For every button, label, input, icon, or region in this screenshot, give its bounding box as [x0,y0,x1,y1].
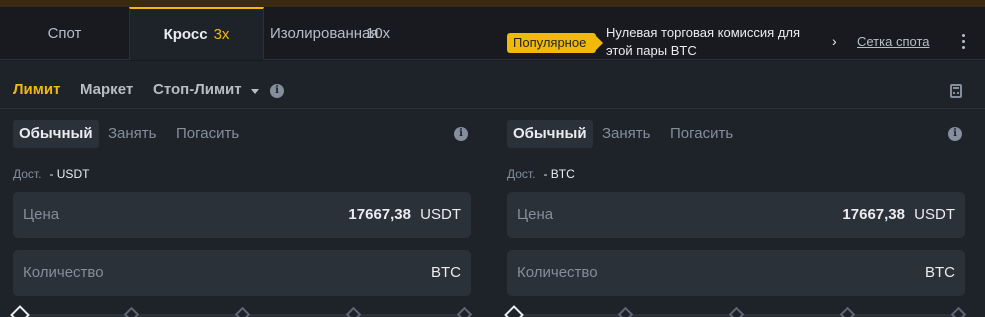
quantity-input[interactable]: Количество BTC [13,250,471,296]
info-icon[interactable]: i [454,127,468,141]
slider-diamond-icon[interactable] [234,306,251,317]
promo-text[interactable]: Нулевая торговая комиссия для этой пары … [606,24,826,60]
slider-diamond-icon[interactable] [456,306,473,317]
price-label: Цена [23,206,60,223]
mode-borrow[interactable]: Занять [602,120,651,148]
calculator-icon[interactable] [950,84,962,98]
slider-diamond-icon[interactable] [345,306,362,317]
available-value: - USDT [49,167,90,181]
slider-diamond-icon[interactable] [123,306,140,317]
sell-panel: Обычный Занять Погасить i Дост. - BTC Цен… [504,120,967,317]
quantity-label: Количество [517,264,598,281]
price-unit: USDT [914,206,955,223]
mode-normal[interactable]: Обычный [507,120,593,148]
order-type-bar: Лимит Маркет Стоп-Лимит i [0,61,985,109]
more-vertical-icon[interactable] [953,29,973,53]
slider-diamond-icon[interactable] [839,306,856,317]
buy-panel: Обычный Занять Погасить i Дост. - USDT Це… [10,120,473,317]
price-label: Цена [517,206,554,223]
tab-isolated-label: Изолированная [270,25,379,42]
order-type-limit[interactable]: Лимит [13,81,60,98]
quantity-unit: BTC [431,264,461,281]
slider-diamond-icon[interactable] [728,306,745,317]
available-label: Дост. [13,167,42,181]
tab-cross[interactable]: Кросс 3x [129,7,264,60]
top-accent-bar [0,0,985,7]
caret-down-icon[interactable] [251,89,259,94]
price-value[interactable]: 17667,38 [842,206,905,223]
popular-badge: Популярное [507,33,604,53]
tab-cross-label: Кросс [163,26,208,43]
slider-diamond-icon[interactable] [10,305,30,317]
order-type-market[interactable]: Маркет [80,81,133,98]
mode-repay[interactable]: Погасить [176,120,239,148]
slider-diamond-icon[interactable] [504,305,524,317]
info-icon[interactable]: i [948,127,962,141]
price-input[interactable]: Цена 17667,38 USDT [13,192,471,238]
spot-grid-link[interactable]: Сетка спота [857,34,929,49]
mode-normal[interactable]: Обычный [13,120,99,148]
available-label: Дост. [507,167,536,181]
amount-slider[interactable] [504,305,967,317]
quantity-label: Количество [23,264,104,281]
order-type-stop-limit[interactable]: Стоп-Лимит [153,81,242,98]
available-balance: Дост. - BTC [507,167,575,181]
price-input[interactable]: Цена 17667,38 USDT [507,192,965,238]
price-unit: USDT [420,206,461,223]
order-form: Лимит Маркет Стоп-Лимит i Обычный Занять… [0,61,985,317]
tab-spot[interactable]: Спот [0,7,129,60]
quantity-input[interactable]: Количество BTC [507,250,965,296]
amount-slider[interactable] [10,305,473,317]
mode-borrow[interactable]: Занять [108,120,157,148]
slider-diamond-icon[interactable] [950,306,967,317]
tab-isolated[interactable]: Изолированная 10x [270,7,420,60]
slider-diamond-icon[interactable] [617,306,634,317]
tab-isolated-leverage: 10x [366,25,391,42]
chevron-right-icon[interactable]: › [832,33,837,49]
margin-tabs: Спот Кросс 3x Изолированная 10x Популярн… [0,7,985,60]
info-icon[interactable]: i [270,84,284,98]
price-value[interactable]: 17667,38 [348,206,411,223]
quantity-unit: BTC [925,264,955,281]
available-balance: Дост. - USDT [13,167,89,181]
tab-cross-leverage: 3x [213,26,230,43]
available-value: - BTC [543,167,575,181]
tab-spot-label: Спот [47,25,82,42]
mode-repay[interactable]: Погасить [670,120,733,148]
